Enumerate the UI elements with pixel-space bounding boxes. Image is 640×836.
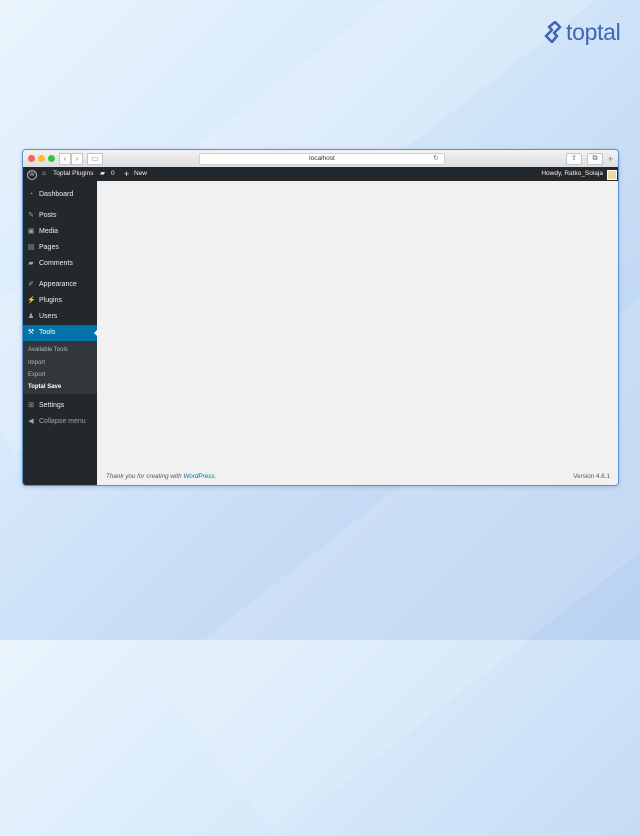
wp-admin-bar: W ⌂ Toptal Plugins ▰ 0 + New Howdy, Ratk… (23, 167, 618, 181)
toptal-wordmark: toptal (566, 19, 621, 45)
sidebar-item-plugins[interactable]: ⚡ Plugins (23, 294, 97, 308)
sidebar-item-label: Collapse menu (39, 418, 86, 425)
sidebar-item-label: Comments (39, 260, 73, 267)
sidebar-item-label: Users (39, 313, 58, 320)
admin-sidebar: ◔ Dashboard ✎ Posts ▣ Media ▤ Pages ▰ Co… (23, 181, 98, 485)
wordpress-logo-icon[interactable]: W (27, 170, 37, 180)
media-icon: ▣ (27, 228, 35, 235)
sidebar-toggle-icon[interactable]: ▭ (87, 153, 103, 165)
browser-titlebar: ‹ › ▭ localhost ↻ ⇧ ⧉ + (23, 150, 618, 168)
site-name-link[interactable]: Toptal Plugins (53, 167, 93, 181)
pages-icon: ▤ (27, 244, 35, 251)
settings-icon: ⊞ (28, 402, 34, 409)
sidebar-item-media[interactable]: ▣ Media (23, 225, 97, 239)
collapse-menu-button[interactable]: ◀ Collapse menu (23, 415, 97, 429)
main-content-area: Thank you for creating with WordPress. V… (97, 181, 618, 485)
footer-thanks-text: Thank you for creating with (106, 473, 184, 480)
sidebar-item-label: Pages (39, 244, 59, 251)
sidebar-item-label: Posts (39, 212, 57, 219)
wordpress-link[interactable]: WordPress (183, 473, 214, 480)
new-content-link[interactable]: New (134, 167, 147, 181)
submenu-item-available-tools[interactable]: Available Tools (28, 346, 68, 354)
dashboard-icon: ◔ (28, 191, 34, 198)
sidebar-item-settings[interactable]: ⊞ Settings (23, 399, 97, 413)
paintbrush-icon: ✐ (28, 281, 34, 288)
tabs-overview-icon[interactable]: ⧉ (587, 153, 603, 165)
sidebar-item-pages[interactable]: ▤ Pages (23, 241, 97, 255)
browser-window: ‹ › ▭ localhost ↻ ⇧ ⧉ + W ⌂ Toptal Plugi… (22, 149, 619, 486)
sidebar-item-label: Tools (39, 329, 56, 336)
my-account-link[interactable]: Howdy, Ratko_Solaja (541, 167, 603, 181)
toptal-mark-icon (544, 21, 562, 43)
comments-icon: ▰ (28, 260, 34, 267)
home-icon: ⌂ (42, 170, 46, 177)
maximize-window-button[interactable] (48, 155, 55, 162)
address-bar[interactable]: localhost (199, 153, 445, 165)
submenu-item-export[interactable]: Export (28, 371, 45, 379)
plug-icon: ⚡ (27, 297, 36, 304)
plus-icon[interactable]: + (124, 167, 129, 181)
sidebar-item-label: Settings (39, 402, 65, 409)
pushpin-icon: ✎ (28, 212, 34, 219)
footer-thanks: Thank you for creating with WordPress. (106, 473, 216, 480)
sidebar-item-comments[interactable]: ▰ Comments (23, 257, 97, 271)
forward-button[interactable]: › (71, 153, 83, 165)
sidebar-item-label: Media (39, 228, 59, 235)
sidebar-item-users[interactable]: ♟ Users (23, 310, 97, 324)
toptal-logo: toptal (544, 18, 621, 46)
comment-icon[interactable]: ▰ (100, 167, 105, 181)
users-icon: ♟ (27, 313, 35, 320)
avatar[interactable] (607, 170, 617, 180)
sidebar-item-label: Plugins (39, 297, 62, 304)
footer-period: . (214, 473, 217, 480)
sidebar-item-label: Dashboard (39, 191, 74, 198)
sidebar-item-appearance[interactable]: ✐ Appearance (23, 278, 97, 292)
sidebar-item-tools[interactable]: ⚒ Tools (23, 325, 98, 341)
comments-count[interactable]: 0 (111, 167, 115, 181)
wrench-icon: ⚒ (27, 329, 35, 336)
collapse-arrow-icon: ◀ (28, 418, 34, 425)
sidebar-item-label: Appearance (39, 281, 77, 288)
submenu-item-import[interactable]: Import (28, 359, 45, 367)
back-button[interactable]: ‹ (59, 153, 71, 165)
tools-submenu: Available Tools Import Export Toptal Sav… (23, 341, 97, 394)
sidebar-item-dashboard[interactable]: ◔ Dashboard (23, 188, 97, 202)
sidebar-item-posts[interactable]: ✎ Posts (23, 209, 97, 223)
submenu-item-toptal-save[interactable]: Toptal Save (28, 383, 61, 391)
close-window-button[interactable] (28, 155, 35, 162)
footer-version: Version 4.6.1 (573, 473, 610, 480)
minimize-window-button[interactable] (38, 155, 45, 162)
share-icon[interactable]: ⇧ (566, 153, 582, 165)
new-tab-icon[interactable]: + (608, 155, 613, 164)
reload-icon[interactable]: ↻ (433, 153, 439, 164)
